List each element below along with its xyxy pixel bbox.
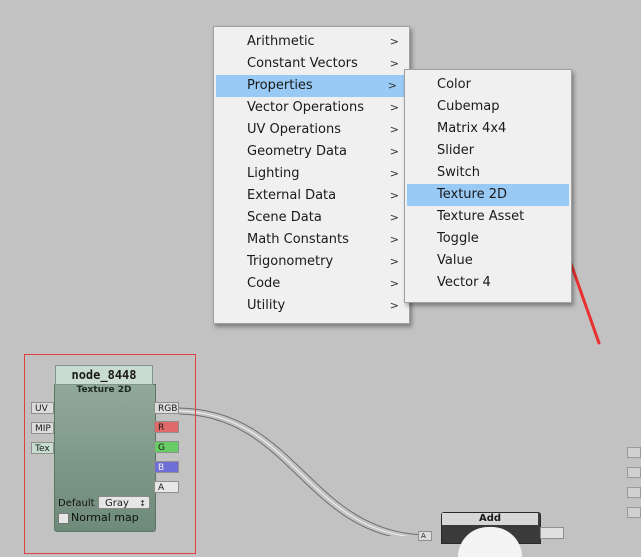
menu-item-label: Properties	[247, 78, 313, 93]
menu-item-label: Vector Operations	[247, 100, 365, 115]
submenu-item-cubemap[interactable]: Cubemap	[405, 96, 571, 118]
menu-item-code[interactable]: Code >	[214, 273, 409, 295]
edge-tab[interactable]	[627, 467, 641, 478]
submenu-item-color[interactable]: Color	[405, 74, 571, 96]
menu-item-label: Scene Data	[247, 210, 322, 225]
chevron-right-icon: >	[389, 123, 399, 136]
context-menu: Arithmetic > Constant Vectors > Properties…	[213, 26, 410, 324]
menu-item-label: Constant Vectors	[247, 56, 358, 71]
add-input-port-a[interactable]: A	[418, 531, 432, 541]
menu-item-label: Utility	[247, 298, 286, 313]
add-output-port[interactable]	[540, 527, 564, 539]
default-select[interactable]: Gray ↕	[98, 496, 150, 509]
menu-item-external-data[interactable]: External Data >	[214, 185, 409, 207]
submenu-item-toggle[interactable]: Toggle	[405, 228, 571, 250]
edge-tab[interactable]	[627, 447, 641, 458]
chevron-right-icon: >	[389, 211, 399, 224]
menu-item-uv-operations[interactable]: UV Operations >	[214, 119, 409, 141]
chevron-right-icon: >	[389, 299, 399, 312]
menu-item-label: Code	[247, 276, 281, 291]
wire-3	[178, 413, 392, 536]
add-node-title[interactable]: Add	[442, 513, 538, 525]
menu-item-label: Trigonometry	[247, 254, 334, 269]
chevron-right-icon: >	[387, 79, 397, 92]
chevron-right-icon: >	[389, 189, 399, 202]
input-port-mip[interactable]: MIP	[31, 422, 54, 434]
menu-item-scene-data[interactable]: Scene Data >	[214, 207, 409, 229]
submenu-item-label: Value	[437, 253, 473, 268]
submenu-item-label: Slider	[437, 143, 475, 158]
chevron-right-icon: >	[389, 145, 399, 158]
menu-item-label: Lighting	[247, 166, 300, 181]
submenu-item-label: Matrix 4x4	[437, 121, 507, 136]
submenu-item-vector-4[interactable]: Vector 4	[405, 272, 571, 294]
submenu-item-label: Color	[437, 77, 471, 92]
default-label: Default	[58, 498, 95, 509]
output-port-r[interactable]: R	[154, 421, 179, 433]
normal-map-checkbox[interactable]	[58, 513, 69, 524]
chevron-right-icon: >	[389, 277, 399, 290]
menu-item-geometry-data[interactable]: Geometry Data >	[214, 141, 409, 163]
wire-1	[178, 407, 431, 536]
properties-submenu: Color Cubemap Matrix 4x4 Slider Switch T…	[404, 69, 572, 303]
submenu-item-texture-2d[interactable]: Texture 2D	[407, 184, 569, 206]
chevron-right-icon: >	[389, 255, 399, 268]
default-select-value: Gray	[105, 498, 129, 509]
submenu-item-switch[interactable]: Switch	[405, 162, 571, 184]
node-subtitle: Texture 2D	[76, 385, 132, 395]
menu-item-utility[interactable]: Utility >	[214, 295, 409, 317]
submenu-item-label: Cubemap	[437, 99, 500, 114]
submenu-item-label: Vector 4	[437, 275, 491, 290]
output-port-rgb[interactable]: RGB	[154, 402, 179, 414]
menu-item-label: Math Constants	[247, 232, 349, 247]
chevron-right-icon: >	[389, 35, 399, 48]
submenu-item-value[interactable]: Value	[405, 250, 571, 272]
menu-item-vector-operations[interactable]: Vector Operations >	[214, 97, 409, 119]
menu-item-label: External Data	[247, 188, 337, 203]
chevron-right-icon: >	[389, 167, 399, 180]
menu-item-label: Geometry Data	[247, 144, 347, 159]
submenu-item-label: Texture 2D	[437, 187, 508, 202]
output-port-g[interactable]: G	[154, 441, 179, 453]
input-port-uv[interactable]: UV	[31, 402, 54, 414]
menu-item-lighting[interactable]: Lighting >	[214, 163, 409, 185]
chevron-right-icon: >	[389, 101, 399, 114]
menu-item-constant-vectors[interactable]: Constant Vectors >	[214, 53, 409, 75]
menu-item-label: Arithmetic	[247, 34, 315, 49]
updown-icon: ↕	[139, 499, 146, 508]
chevron-right-icon: >	[389, 57, 399, 70]
submenu-item-label: Switch	[437, 165, 480, 180]
submenu-item-label: Texture Asset	[437, 209, 525, 224]
chevron-right-icon: >	[389, 233, 399, 246]
wire-2	[178, 410, 409, 536]
normal-map-label: Normal map	[71, 511, 139, 524]
menu-item-math-constants[interactable]: Math Constants >	[214, 229, 409, 251]
submenu-item-matrix-4x4[interactable]: Matrix 4x4	[405, 118, 571, 140]
submenu-item-slider[interactable]: Slider	[405, 140, 571, 162]
menu-item-label: UV Operations	[247, 122, 342, 137]
submenu-item-label: Toggle	[437, 231, 479, 246]
output-port-a[interactable]: A	[154, 481, 179, 493]
edge-tab[interactable]	[627, 507, 641, 518]
edge-tab[interactable]	[627, 487, 641, 498]
menu-item-trigonometry[interactable]: Trigonometry >	[214, 251, 409, 273]
menu-item-properties[interactable]: Properties >	[216, 75, 407, 97]
input-port-tex[interactable]: Tex	[31, 442, 54, 454]
output-port-b[interactable]: B	[154, 461, 179, 473]
node-title[interactable]: node_8448	[55, 365, 153, 385]
submenu-item-texture-asset[interactable]: Texture Asset	[405, 206, 571, 228]
menu-item-arithmetic[interactable]: Arithmetic >	[214, 31, 409, 53]
